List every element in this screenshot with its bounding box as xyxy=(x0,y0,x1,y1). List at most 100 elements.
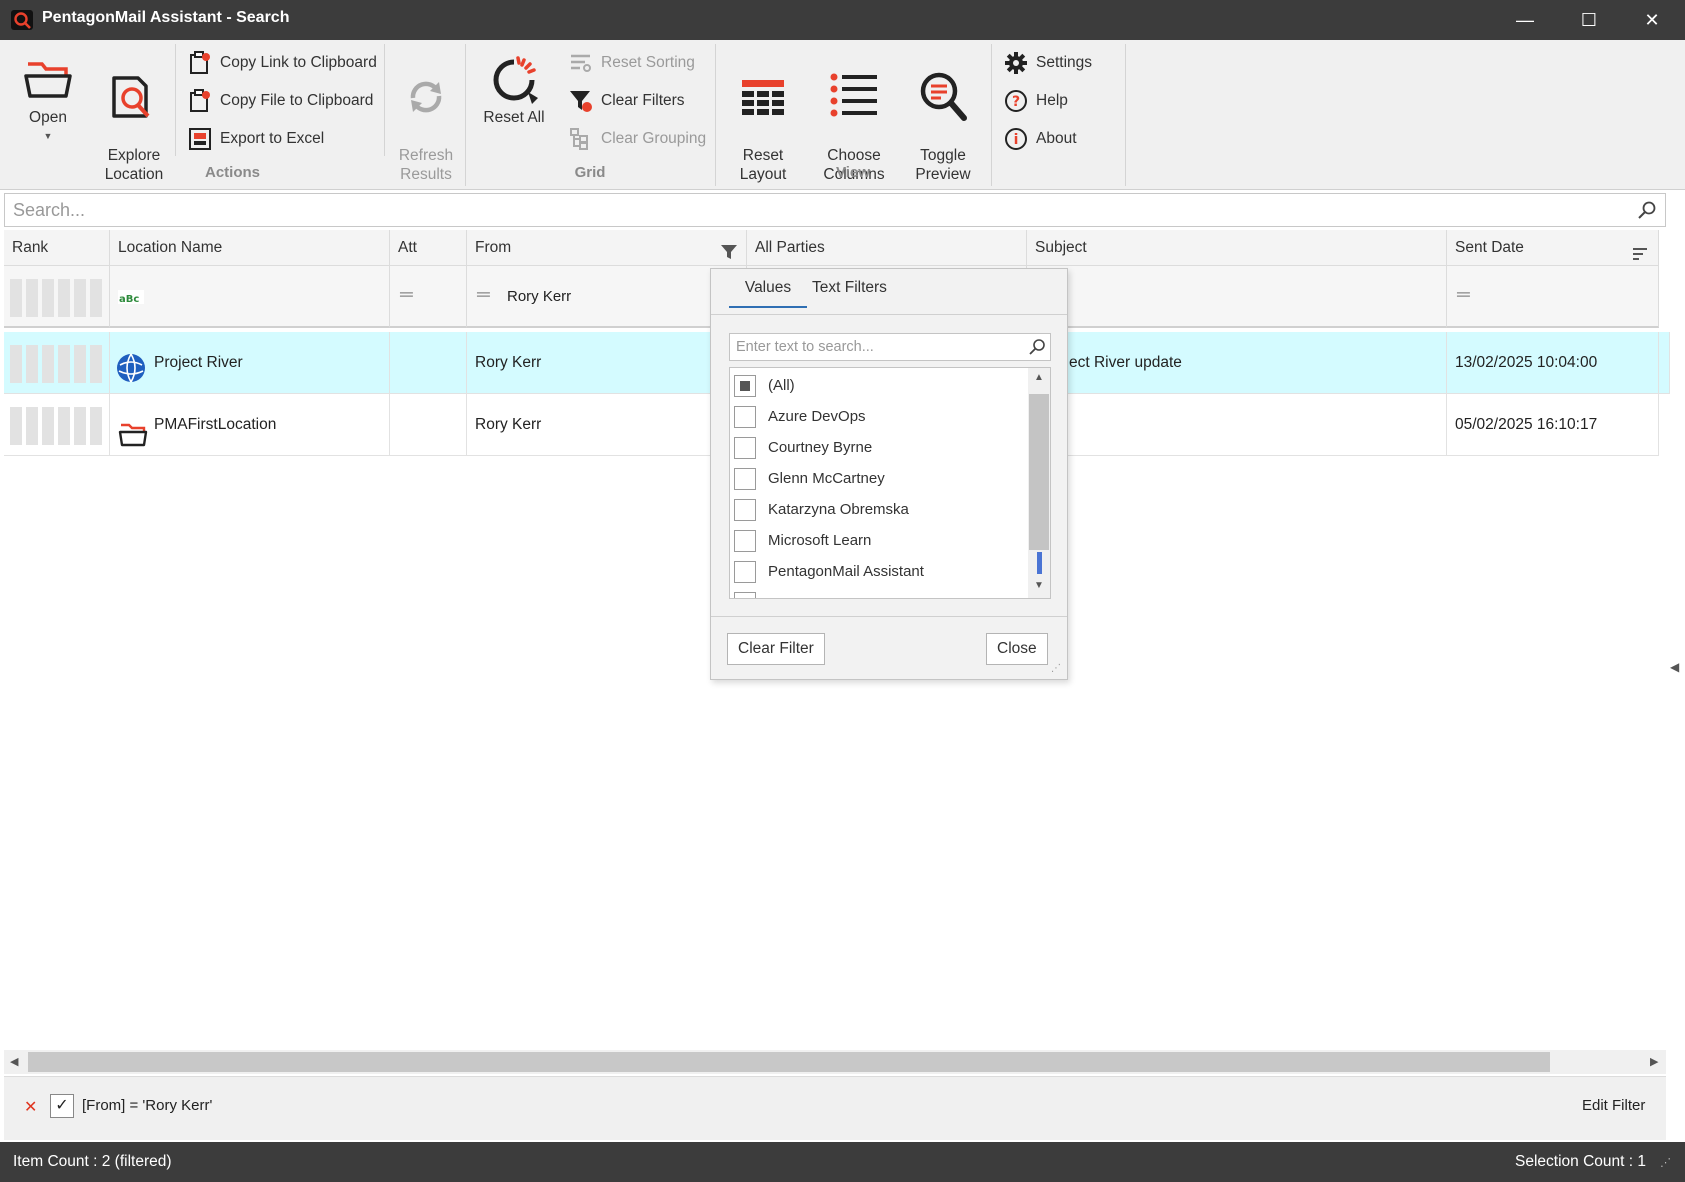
enable-filter-checkbox[interactable]: ✓ xyxy=(50,1094,74,1118)
clear-grouping-button[interactable]: Clear Grouping xyxy=(569,126,706,152)
close-popup-button[interactable]: Close xyxy=(986,633,1048,665)
filter-panel: ✕ ✓ [From] = 'Rory Kerr' Edit Filter xyxy=(4,1076,1666,1140)
tab-text-filters[interactable]: Text Filters xyxy=(812,279,887,297)
value-list-scrollbar[interactable]: ▲ ▼ xyxy=(1028,368,1050,598)
column-header-from-label: From xyxy=(475,239,512,256)
filter-cell-location[interactable]: aBc xyxy=(110,266,390,328)
checkbox[interactable] xyxy=(734,467,756,490)
value-list: (All) Azure DevOps Courtney Byrne Glenn … xyxy=(729,367,1051,599)
export-excel-button[interactable]: Export to Excel xyxy=(188,126,324,152)
checkbox[interactable] xyxy=(734,591,756,598)
settings-label: Settings xyxy=(1036,54,1093,71)
refresh-results-button[interactable]: Refresh Results xyxy=(390,48,462,203)
magnifier-preview-icon xyxy=(915,67,971,127)
reset-sorting-label: Reset Sorting xyxy=(601,54,695,71)
rank-cell xyxy=(4,394,110,456)
list-item[interactable]: Azure DevOps xyxy=(730,401,866,432)
checkbox[interactable] xyxy=(734,498,756,521)
reset-sorting-button[interactable]: Reset Sorting xyxy=(569,50,695,76)
close-window-button[interactable]: ✕ xyxy=(1622,0,1682,40)
list-item-partial[interactable] xyxy=(730,587,756,598)
scroll-right-arrow-icon[interactable]: ▶ xyxy=(1650,1055,1658,1068)
copy-file-button[interactable]: Copy File to Clipboard xyxy=(188,88,373,114)
list-item[interactable]: (All) xyxy=(730,370,795,401)
scroll-down-arrow-icon[interactable]: ▼ xyxy=(1034,580,1044,591)
refresh-icon xyxy=(398,67,454,127)
att-cell xyxy=(390,394,467,456)
from-cell: Rory Kerr xyxy=(467,394,747,456)
grid-group-label: Grid xyxy=(574,164,606,181)
filter-cell-att[interactable]: ═ xyxy=(390,266,467,328)
clear-filters-button[interactable]: Clear Filters xyxy=(569,88,685,114)
separator xyxy=(175,44,176,156)
scrollbar-thumb[interactable] xyxy=(28,1052,1550,1072)
open-button[interactable]: Open ▼ xyxy=(12,48,84,146)
svg-text:?: ? xyxy=(1012,94,1020,110)
list-item[interactable]: Glenn McCartney xyxy=(730,463,885,494)
checkbox[interactable] xyxy=(734,560,756,583)
refresh-results-label: Refresh Results xyxy=(398,147,454,183)
folder-icon xyxy=(118,412,148,455)
search-icon[interactable] xyxy=(1637,200,1657,220)
resize-grip-icon[interactable]: ⋰ xyxy=(1051,663,1061,674)
list-item[interactable]: Courtney Byrne xyxy=(730,432,872,463)
column-header-all-parties[interactable]: All Parties xyxy=(747,230,1027,266)
filter-cell-subject[interactable] xyxy=(1027,266,1447,328)
explore-location-icon xyxy=(106,67,162,127)
checkbox[interactable] xyxy=(734,436,756,459)
list-item[interactable]: Microsoft Learn xyxy=(730,525,871,556)
checkbox[interactable] xyxy=(734,405,756,428)
folder-open-icon xyxy=(20,48,76,108)
help-button[interactable]: ? Help xyxy=(1004,88,1068,114)
globe-icon xyxy=(116,348,146,393)
filter-cell-rank[interactable] xyxy=(4,266,110,328)
column-header-sent-date[interactable]: Sent Date xyxy=(1447,230,1659,266)
reset-all-icon xyxy=(486,48,542,108)
subject-cell xyxy=(1027,394,1447,456)
scrollbar-thumb[interactable] xyxy=(1029,394,1049,550)
reset-layout-icon xyxy=(735,67,791,127)
resize-grip-icon[interactable]: ⋰ xyxy=(1660,1156,1671,1169)
separator xyxy=(991,44,992,186)
rank-bars xyxy=(10,279,102,317)
filter-cell-from[interactable]: ═ Rory Kerr xyxy=(467,266,747,328)
column-header-att[interactable]: Att xyxy=(390,230,467,266)
value-search-input[interactable] xyxy=(730,334,1020,360)
settings-button[interactable]: Settings xyxy=(1004,50,1092,76)
panel-collapse-arrow-icon[interactable]: ◀ xyxy=(1670,660,1684,700)
value-search-box xyxy=(729,333,1051,361)
edit-filter-button[interactable]: Edit Filter xyxy=(1582,1097,1645,1114)
search-bar xyxy=(4,193,1666,227)
from-cell: Rory Kerr xyxy=(467,332,747,394)
maximize-button[interactable]: ☐ xyxy=(1559,0,1619,40)
list-item[interactable]: Katarzyna Obremska xyxy=(730,494,909,525)
help-label: Help xyxy=(1036,92,1068,109)
rank-bars xyxy=(10,345,102,383)
column-header-from[interactable]: From xyxy=(467,230,747,266)
open-label: Open xyxy=(29,109,67,126)
tab-values[interactable]: Values xyxy=(729,279,807,308)
filter-cell-sent[interactable]: ═ xyxy=(1447,266,1659,328)
column-header-location-name[interactable]: Location Name xyxy=(110,230,390,266)
list-item[interactable]: PentagonMail Assistant xyxy=(730,556,924,587)
filter-expression[interactable]: [From] = 'Rory Kerr' xyxy=(82,1097,212,1114)
copy-file-label: Copy File to Clipboard xyxy=(220,92,374,109)
checkbox[interactable] xyxy=(734,529,756,552)
remove-filter-icon[interactable]: ✕ xyxy=(24,1097,37,1117)
search-input[interactable] xyxy=(5,194,1605,226)
reset-all-button[interactable]: Reset All xyxy=(476,48,552,127)
export-excel-label: Export to Excel xyxy=(220,130,325,147)
clear-filter-button[interactable]: Clear Filter xyxy=(727,633,825,665)
about-button[interactable]: i About xyxy=(1004,126,1077,152)
copy-link-button[interactable]: Copy Link to Clipboard xyxy=(188,50,377,76)
text-condition-icon: aBc xyxy=(118,288,144,310)
scroll-up-arrow-icon[interactable]: ▲ xyxy=(1034,372,1044,383)
minimize-button[interactable]: — xyxy=(1495,0,1555,40)
horizontal-scrollbar[interactable]: ◀ ▶ xyxy=(4,1050,1666,1074)
checkbox[interactable] xyxy=(734,374,756,397)
gear-icon xyxy=(1004,51,1028,75)
column-header-subject[interactable]: Subject xyxy=(1027,230,1447,266)
column-header-rank[interactable]: Rank xyxy=(4,230,110,266)
scroll-left-arrow-icon[interactable]: ◀ xyxy=(10,1055,18,1068)
view-group-label: View xyxy=(836,164,870,181)
